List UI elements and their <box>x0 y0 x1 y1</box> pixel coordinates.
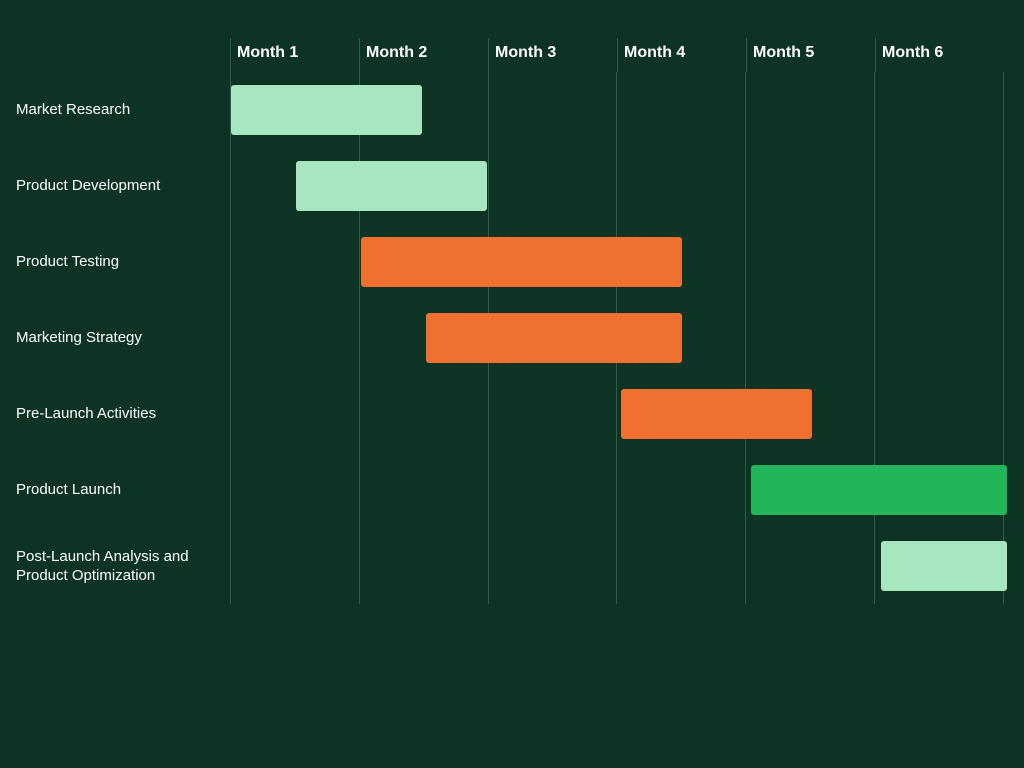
month-header-2: Month 2 <box>359 38 488 72</box>
task-bar-4 <box>621 389 812 439</box>
month-headers: Month 1Month 2Month 3Month 4Month 5Month… <box>230 38 1004 72</box>
task-label-0: Market Research <box>16 100 221 120</box>
month-header-1: Month 1 <box>230 38 359 72</box>
task-bar-5 <box>751 465 1007 515</box>
task-row-1: Product Development <box>231 148 1004 224</box>
page-title <box>0 0 1024 28</box>
task-row-5: Product Launch <box>231 452 1004 528</box>
task-label-1: Product Development <box>16 176 221 196</box>
task-bar-1 <box>296 161 487 211</box>
chart-container: Month 1Month 2Month 3Month 4Month 5Month… <box>0 28 1024 604</box>
task-row-0: Market Research <box>231 72 1004 148</box>
task-label-2: Product Testing <box>16 252 221 272</box>
task-label-3: Marketing Strategy <box>16 328 221 348</box>
task-bar-2 <box>361 237 682 287</box>
task-bar-6 <box>881 541 1007 591</box>
footer <box>0 748 1024 756</box>
task-bar-3 <box>426 313 682 363</box>
task-bar-0 <box>231 85 422 135</box>
task-label-6: Post-Launch Analysis and Product Optimiz… <box>16 547 221 586</box>
task-row-2: Product Testing <box>231 224 1004 300</box>
month-header-6: Month 6 <box>875 38 1004 72</box>
task-row-4: Pre-Launch Activities <box>231 376 1004 452</box>
task-row-6: Post-Launch Analysis and Product Optimiz… <box>231 528 1004 604</box>
task-label-4: Pre-Launch Activities <box>16 404 221 424</box>
task-label-5: Product Launch <box>16 480 221 500</box>
month-header-5: Month 5 <box>746 38 875 72</box>
task-row-3: Marketing Strategy <box>231 300 1004 376</box>
gantt-area: Market ResearchProduct DevelopmentProduc… <box>230 72 1004 604</box>
month-header-3: Month 3 <box>488 38 617 72</box>
month-header-4: Month 4 <box>617 38 746 72</box>
